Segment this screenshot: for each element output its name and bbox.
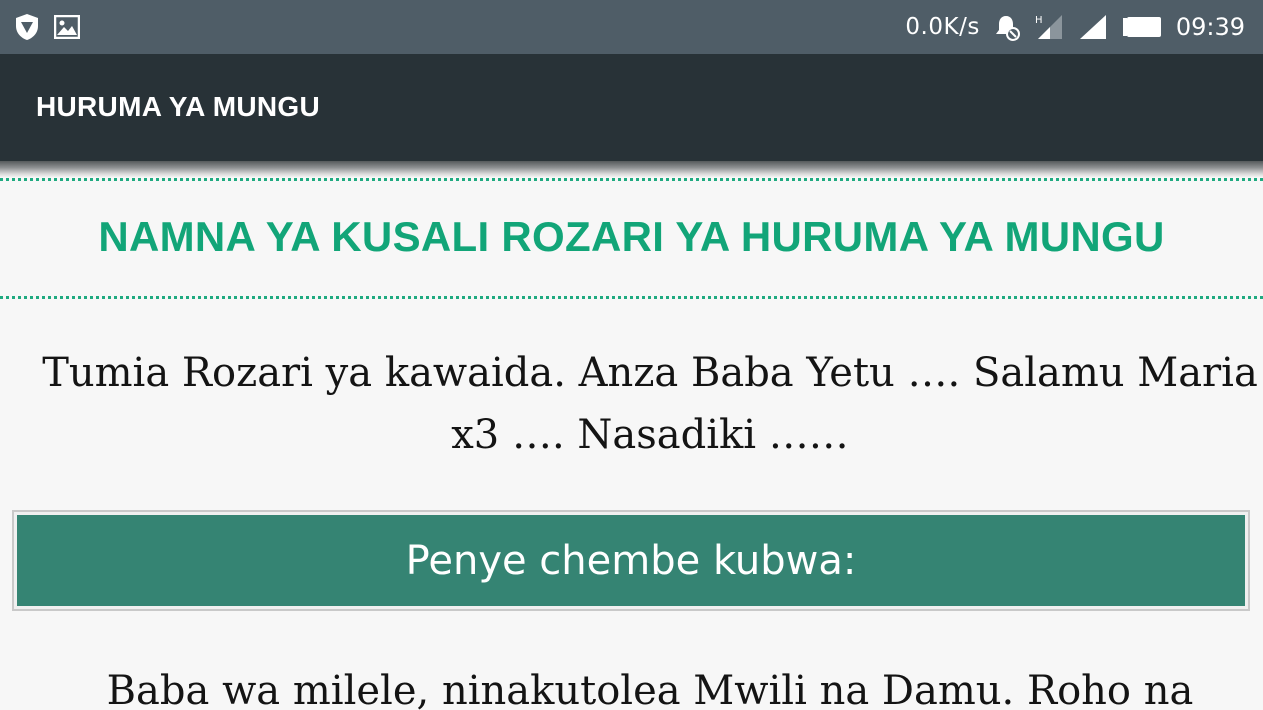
- status-left-icons: [14, 13, 80, 41]
- status-bar: 0.0K/s H 09:39: [0, 0, 1263, 54]
- section-title: NAMNA YA KUSALI ROZARI YA HURUMA YA MUNG…: [98, 213, 1165, 260]
- alarm-muted-icon: [994, 13, 1020, 41]
- bottom-dotted-divider: [0, 296, 1263, 299]
- prayer-text: Baba wa milele, ninakutolea Mwili na Dam…: [106, 668, 1194, 710]
- network-speed: 0.0K/s: [905, 14, 980, 40]
- battery-icon: [1122, 16, 1162, 38]
- svg-text:H: H: [1035, 15, 1043, 26]
- top-dotted-divider: [0, 178, 1263, 181]
- large-bead-label: Penye chembe kubwa:: [17, 515, 1245, 606]
- signal-h-icon: H: [1034, 13, 1064, 41]
- status-right-icons: 0.0K/s H 09:39: [905, 0, 1245, 54]
- toolbar-shadow: [0, 161, 1263, 177]
- large-bead-header: Penye chembe kubwa:: [12, 510, 1250, 611]
- app-screen: 0.0K/s H 09:39 HURUMA YA MUNGU NAMNA YA …: [0, 0, 1263, 710]
- intro-text: Tumia Rozari ya kawaida. Anza Baba Yetu …: [42, 350, 1258, 458]
- app-title: HURUMA YA MUNGU: [36, 91, 320, 122]
- shield-icon: [14, 13, 40, 41]
- image-icon: [54, 15, 80, 39]
- signal-icon: [1078, 13, 1108, 41]
- status-time: 09:39: [1175, 13, 1245, 41]
